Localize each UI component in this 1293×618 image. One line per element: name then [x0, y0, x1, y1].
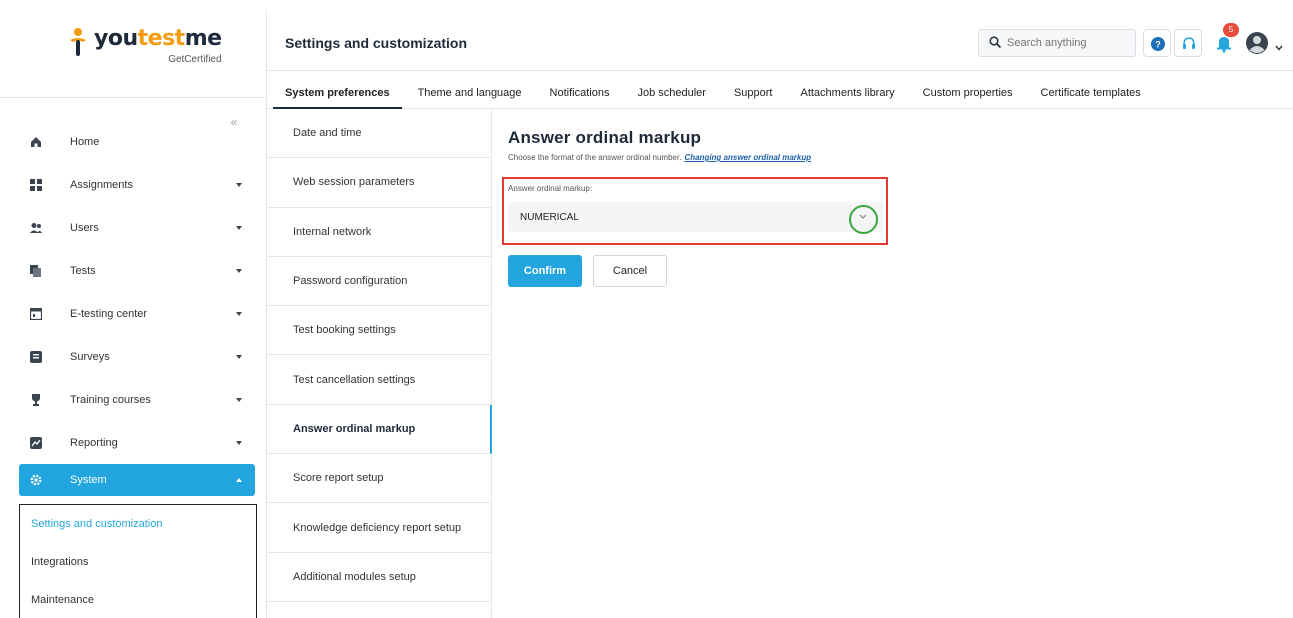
- settings-list: Date and time Web session parameters Int…: [267, 109, 492, 618]
- settings-item-additional-modules[interactable]: Additional modules setup: [267, 553, 491, 602]
- settings-item-password-configuration[interactable]: Password configuration: [267, 257, 491, 307]
- logo-mark-icon: [66, 26, 90, 56]
- e-testing-icon: [29, 307, 43, 320]
- tab-job-scheduler[interactable]: Job scheduler: [637, 71, 706, 109]
- field-label: Answer ordinal markup:: [508, 184, 593, 193]
- tab-notifications[interactable]: Notifications: [550, 71, 610, 109]
- avatar[interactable]: [1243, 29, 1271, 57]
- sidebar-item-label: Training courses: [70, 393, 151, 406]
- chevron-down-icon: [236, 354, 242, 359]
- chevron-down-icon: [236, 311, 242, 316]
- chevron-down-icon[interactable]: [858, 213, 868, 224]
- search-box[interactable]: [978, 29, 1136, 57]
- chevron-down-icon: [236, 397, 242, 402]
- sidebar-item-label: System: [70, 474, 107, 486]
- search-icon: [989, 35, 1002, 51]
- logo[interactable]: youtestme GetCertified: [66, 26, 222, 65]
- settings-item-answer-ordinal-markup[interactable]: Answer ordinal markup: [267, 404, 492, 455]
- logo-area: youtestme GetCertified: [0, 10, 267, 98]
- content-panel: Answer ordinal markup Choose the format …: [508, 128, 811, 162]
- confirm-button[interactable]: Confirm: [508, 255, 582, 287]
- sidebar-item-home[interactable]: Home: [0, 120, 267, 163]
- sidebar-item-label: E-testing center: [70, 307, 148, 320]
- settings-item-score-report[interactable]: Score report setup: [267, 454, 491, 504]
- chevron-down-icon: [236, 440, 242, 445]
- submenu-item-maintenance[interactable]: Maintenance: [20, 581, 256, 618]
- help-icon: ?: [1151, 37, 1165, 51]
- logo-text: youtestme: [94, 26, 222, 52]
- settings-item-date-time[interactable]: Date and time: [267, 109, 491, 159]
- top-strip: [0, 0, 1293, 10]
- header: Settings and customization ? 5: [267, 10, 1293, 71]
- gear-icon: [30, 474, 42, 486]
- sidebar-item-users[interactable]: Users: [0, 206, 267, 249]
- tab-certificate-templates[interactable]: Certificate templates: [1041, 71, 1141, 109]
- sidebar-item-surveys[interactable]: Surveys: [0, 335, 267, 378]
- logo-suffix: me: [184, 26, 222, 51]
- page-title: Settings and customization: [285, 35, 468, 51]
- tab-attachments-library[interactable]: Attachments library: [800, 71, 894, 109]
- sidebar-item-assignments[interactable]: Assignments: [0, 163, 267, 206]
- help-button[interactable]: ?: [1143, 29, 1171, 57]
- settings-item-test-booking[interactable]: Test booking settings: [267, 306, 491, 356]
- support-button[interactable]: [1174, 29, 1202, 57]
- logo-prefix: you: [94, 26, 138, 51]
- svg-text:?: ?: [1155, 40, 1161, 50]
- sidebar-item-label: Tests: [70, 264, 96, 277]
- chevron-down-icon: [236, 182, 242, 187]
- section-title: Answer ordinal markup: [508, 128, 702, 147]
- trophy-icon: [30, 393, 42, 406]
- section-description: Choose the format of the answer ordinal …: [508, 153, 811, 162]
- search-input[interactable]: [1007, 37, 1127, 49]
- users-icon: [30, 222, 42, 234]
- sidebar-nav: Home Assignments Users Tests E-testing c…: [0, 120, 267, 496]
- sidebar: youtestme GetCertified « Home Assignment…: [0, 10, 267, 618]
- submenu-item-integrations[interactable]: Integrations: [20, 543, 256, 581]
- sidebar-item-label: Home: [70, 135, 100, 148]
- ordinal-markup-select[interactable]: NUMERICAL: [508, 202, 882, 232]
- sidebar-item-tests[interactable]: Tests: [0, 249, 267, 292]
- submenu-item-settings-customization[interactable]: Settings and customization: [20, 505, 256, 543]
- sidebar-item-label: Assignments: [70, 178, 133, 191]
- chevron-up-icon: [236, 478, 242, 482]
- notifications-button[interactable]: 5: [1210, 23, 1239, 57]
- reporting-icon: [30, 436, 42, 449]
- help-link[interactable]: Changing answer ordinal markup: [684, 153, 811, 162]
- sidebar-item-label: Users: [70, 221, 99, 234]
- cancel-button[interactable]: Cancel: [593, 255, 667, 287]
- chevron-down-icon: [236, 268, 242, 273]
- tab-support[interactable]: Support: [734, 71, 773, 109]
- sidebar-item-e-testing[interactable]: E-testing center: [0, 292, 267, 335]
- sidebar-item-reporting[interactable]: Reporting: [0, 421, 267, 464]
- logo-accent: test: [137, 26, 186, 51]
- user-avatar-icon: [1246, 32, 1268, 54]
- select-value: NUMERICAL: [520, 211, 579, 223]
- chevron-down-icon: [236, 225, 242, 230]
- surveys-icon: [30, 350, 42, 363]
- sidebar-item-label: Surveys: [70, 350, 110, 363]
- tab-theme-language[interactable]: Theme and language: [418, 71, 522, 109]
- assignments-icon: [30, 178, 42, 191]
- headset-icon: [1183, 37, 1195, 49]
- home-icon: [30, 136, 42, 148]
- settings-tabs: System preferences Theme and language No…: [267, 71, 1293, 109]
- settings-item-test-cancellation[interactable]: Test cancellation settings: [267, 355, 491, 405]
- tab-custom-properties[interactable]: Custom properties: [923, 71, 1013, 109]
- system-submenu: Settings and customization Integrations …: [19, 504, 257, 618]
- settings-item-knowledge-deficiency[interactable]: Knowledge deficiency report setup: [267, 503, 491, 553]
- notification-badge: 5: [1223, 23, 1239, 37]
- sidebar-item-training-courses[interactable]: Training courses: [0, 378, 267, 421]
- settings-item-web-session[interactable]: Web session parameters: [267, 158, 491, 208]
- sidebar-item-system[interactable]: System: [19, 464, 255, 496]
- description-text: Choose the format of the answer ordinal …: [508, 153, 682, 162]
- chevron-down-icon[interactable]: [1275, 40, 1283, 51]
- sidebar-item-label: Reporting: [70, 436, 118, 449]
- tab-system-preferences[interactable]: System preferences: [273, 71, 402, 109]
- logo-subtitle: GetCertified: [168, 54, 222, 65]
- settings-item-internal-network[interactable]: Internal network: [267, 208, 491, 257]
- tests-icon: [30, 264, 42, 277]
